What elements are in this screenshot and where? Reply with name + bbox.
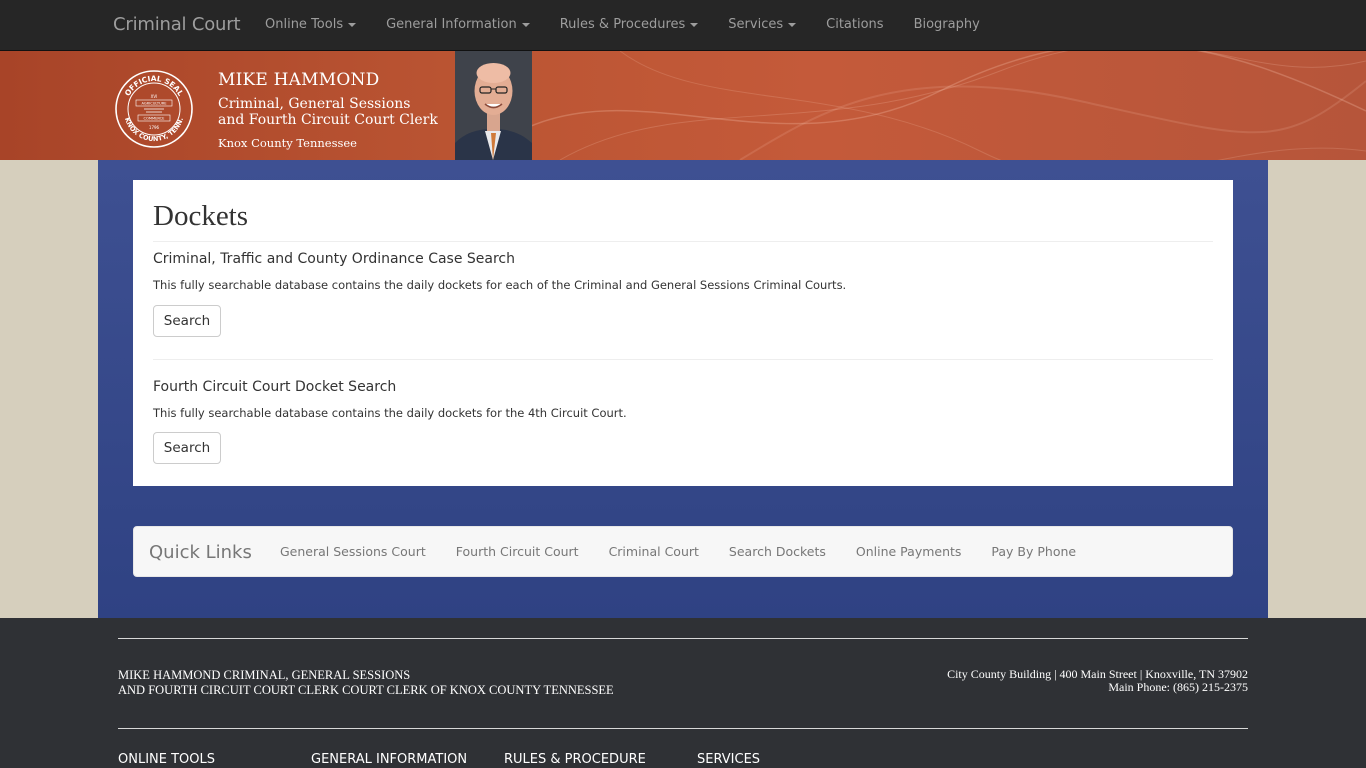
section-description-fourth-circuit-search: This fully searchable database contains …: [153, 406, 627, 420]
quick-link-fourth-circuit-court[interactable]: Fourth Circuit Court: [441, 527, 594, 577]
nav-item-citations[interactable]: Citations: [811, 0, 898, 50]
clerk-title: Criminal, General Sessions and Fourth Ci…: [218, 96, 458, 128]
quick-link-search-dockets[interactable]: Search Dockets: [714, 527, 841, 577]
footer-contact: City County Building | 400 Main Street |…: [947, 668, 1248, 694]
footer-heading-rules-procedure[interactable]: RULES & PROCEDURE: [504, 752, 697, 767]
top-navbar: Criminal Court Online Tools General Info…: [0, 0, 1366, 51]
quick-link-criminal-court[interactable]: Criminal Court: [594, 527, 714, 577]
quick-link-online-payments[interactable]: Online Payments: [841, 527, 977, 577]
footer-heading-online-tools[interactable]: ONLINE TOOLS: [118, 752, 311, 767]
nav-item-rules-procedures[interactable]: Rules & Procedures: [545, 0, 714, 50]
county-name: Knox County Tennessee: [218, 136, 357, 150]
footer-phone: Main Phone: (865) 215-2375: [1108, 680, 1248, 694]
footer-divider: [118, 728, 1248, 729]
footer: MIKE HAMMOND CRIMINAL, GENERAL SESSIONS …: [0, 618, 1366, 768]
divider: [153, 359, 1213, 360]
caret-down-icon: [788, 22, 797, 27]
clerk-name: MIKE HAMMOND: [218, 70, 380, 90]
nav-item-biography[interactable]: Biography: [899, 0, 995, 50]
clerk-portrait-photo: [455, 51, 532, 160]
nav-item-label: Citations: [826, 17, 884, 32]
quick-links-list: General Sessions Court Fourth Circuit Co…: [265, 527, 1091, 577]
seal-band-commerce: COMMERCE: [144, 117, 166, 121]
nav-item-label: Online Tools: [265, 17, 344, 32]
footer-divider: [118, 638, 1248, 639]
quick-links-title: Quick Links: [149, 542, 252, 563]
fourth-circuit-search-button[interactable]: Search: [153, 432, 221, 464]
decorative-swirls: [520, 51, 1366, 160]
nav-item-online-tools[interactable]: Online Tools: [250, 0, 371, 50]
nav-item-general-information[interactable]: General Information: [371, 0, 545, 50]
seal-roman-text: XVI: [151, 94, 158, 99]
footer-heading-general-information[interactable]: GENERAL INFORMATION: [311, 752, 504, 767]
nav-item-label: General Information: [386, 17, 517, 32]
caret-down-icon: [348, 22, 357, 27]
section-title-fourth-circuit-search: Fourth Circuit Court Docket Search: [153, 379, 397, 395]
nav-item-label: Services: [728, 17, 784, 32]
nav-item-services[interactable]: Services: [713, 0, 811, 50]
nav-menu: Online Tools General Information Rules &…: [250, 0, 995, 50]
section-title-criminal-search: Criminal, Traffic and County Ordinance C…: [153, 251, 516, 267]
clerk-title-line1: Criminal, General Sessions: [218, 96, 411, 112]
nav-item-label: Biography: [913, 17, 980, 32]
footer-heading-services[interactable]: SERVICES: [697, 752, 890, 767]
nav-item-label: Rules & Procedures: [559, 17, 686, 32]
quick-link-pay-by-phone[interactable]: Pay By Phone: [976, 527, 1091, 577]
criminal-search-button[interactable]: Search: [153, 305, 221, 337]
caret-down-icon: [521, 22, 530, 27]
seal-year-text: 1796: [149, 125, 160, 130]
official-seal-logo: OFFICIAL SEAL KNOX COUNTY, TENN. XVI AGR…: [115, 70, 193, 148]
clerk-title-line2: and Fourth Circuit Court Clerk: [218, 112, 438, 128]
footer-office-line2: AND FOURTH CIRCUIT COURT CLERK COURT CLE…: [118, 683, 614, 697]
quick-link-general-sessions-court[interactable]: General Sessions Court: [265, 527, 441, 577]
header-banner: OFFICIAL SEAL KNOX COUNTY, TENN. XVI AGR…: [0, 51, 1366, 160]
seal-band-agriculture: AGRICULTURE: [142, 102, 168, 106]
divider: [153, 241, 1213, 242]
footer-office-line1: MIKE HAMMOND CRIMINAL, GENERAL SESSIONS: [118, 668, 411, 682]
footer-clerk-office: MIKE HAMMOND CRIMINAL, GENERAL SESSIONS …: [118, 668, 614, 698]
portrait-illustration: [455, 51, 532, 160]
page-title: Dockets: [153, 200, 249, 232]
dockets-panel: Dockets Criminal, Traffic and County Ord…: [133, 180, 1233, 486]
caret-down-icon: [690, 22, 699, 27]
section-description-criminal-search: This fully searchable database contains …: [153, 278, 847, 292]
footer-columns: ONLINE TOOLS GENERAL INFORMATION RULES &…: [118, 752, 890, 767]
navbar-brand[interactable]: Criminal Court: [113, 14, 241, 35]
quick-links-bar: Quick Links General Sessions Court Fourt…: [133, 526, 1233, 577]
